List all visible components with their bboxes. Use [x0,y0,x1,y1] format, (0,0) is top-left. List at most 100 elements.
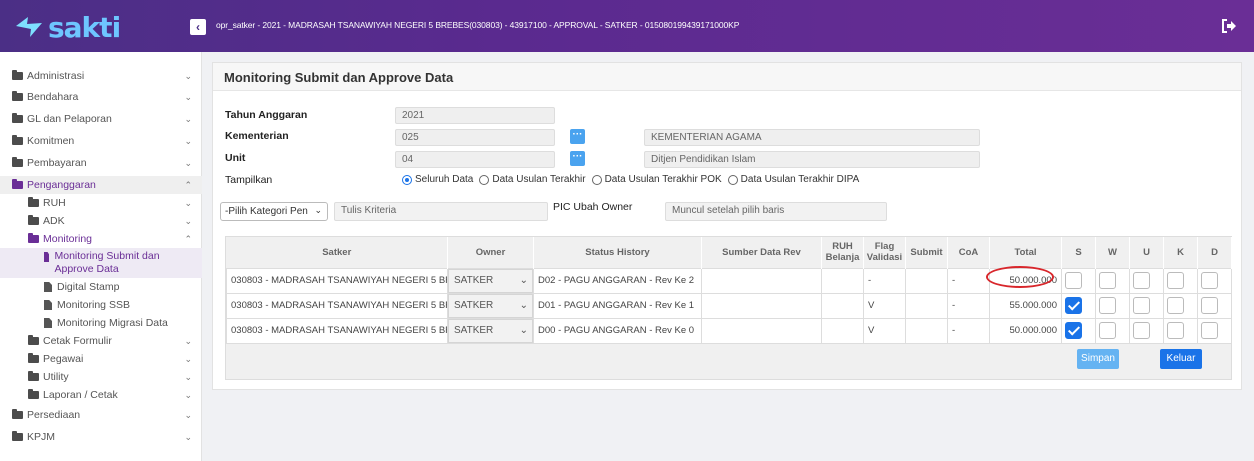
file-icon [44,300,52,310]
radio-usulan-terakhir-pok[interactable] [591,174,602,185]
sidebar-item-administrasi[interactable]: Administrasi ⌄ [0,67,202,85]
folder-icon [28,215,39,225]
kementerian-code-field[interactable]: 025 [395,129,555,146]
table-row[interactable]: 030803 - MADRASAH TSANAWIYAH NEGERI 5 BR… [226,267,1232,294]
folder-icon [12,113,23,123]
sidebar-item-monitoring-submit[interactable]: Monitoring Submit dan Approve Data [0,248,202,278]
sidebar-item-ruh[interactable]: RUH ⌄ [0,194,202,212]
chevron-down-icon: ⌄ [184,431,192,442]
file-icon [44,252,50,262]
kategori-select[interactable]: -Pilih Kategori Pen ⌄ [220,202,328,221]
chevron-left-icon: ‹ [196,20,200,34]
sidebar-item-pegawai[interactable]: Pegawai ⌄ [0,350,202,368]
unit-code-field[interactable]: 04 [395,151,555,168]
unit-name-field[interactable]: Ditjen Pendidikan Islam [644,151,980,168]
checkbox-k[interactable] [1167,322,1184,339]
sidebar-item-komitmen[interactable]: Komitmen ⌄ [0,132,202,150]
checkbox-u[interactable] [1133,297,1150,314]
sidebar-item-penganggaran[interactable]: Penganggaran ⌃ [0,176,202,194]
sidebar-item-utility[interactable]: Utility ⌄ [0,368,202,386]
cell-sumber [701,317,822,344]
tampilkan-label: Tampilkan [225,174,273,186]
checkbox-w[interactable] [1099,272,1116,289]
column-header: Satker [226,237,448,268]
cell-flag: V [863,292,906,319]
checkbox-s[interactable] [1065,297,1082,314]
cell-status: D02 - PAGU ANGGARAN - Rev Ke 2 [533,267,702,294]
keluar-button[interactable]: Keluar [1160,349,1202,369]
kriteria-input[interactable]: Tulis Kriteria [334,202,548,221]
cell-coa: - [947,292,990,319]
pic-label: PIC Ubah Owner [553,201,633,213]
column-header: Submit [905,237,948,268]
cell-total: 55.000.000 [989,292,1062,319]
cell-ruh [821,292,864,319]
column-header: Flag Validasi [863,237,906,268]
cell-ruh [821,267,864,294]
sidebar-item-bendahara[interactable]: Bendahara ⌄ [0,88,202,106]
sidebar-item-persediaan[interactable]: Persediaan ⌄ [0,406,202,424]
column-header: D [1197,237,1232,268]
context-info: opr_satker - 2021 - MADRASAH TSANAWIYAH … [216,20,740,30]
checkbox-d[interactable] [1201,272,1218,289]
owner-select[interactable]: SATKER ⌄ [448,319,533,342]
logo-text: sakti [48,10,121,44]
file-icon [44,318,52,328]
checkbox-s[interactable] [1065,322,1082,339]
folder-icon [28,233,39,243]
sidebar-item-adk[interactable]: ADK ⌄ [0,212,202,230]
table-row[interactable]: 030803 - MADRASAH TSANAWIYAH NEGERI 5 BR… [226,317,1232,344]
kementerian-lookup-button[interactable]: ··· [570,129,585,144]
pic-input[interactable]: Muncul setelah pilih baris [665,202,887,221]
app-logo[interactable]: sakti [14,10,164,44]
data-table: Satker Owner Status History Sumber Data Rev… [226,237,1232,344]
table-row[interactable]: 030803 - MADRASAH TSANAWIYAH NEGERI 5 BR… [226,292,1232,319]
checkbox-d[interactable] [1201,297,1218,314]
folder-icon [28,353,39,363]
radio-usulan-terakhir-dipa[interactable] [727,174,738,185]
data-table-container: Satker Owner Status History Sumber Data Rev… [225,236,1232,380]
sidebar-item-monitoring-migrasi[interactable]: Monitoring Migrasi Data [0,314,202,332]
folder-icon [12,409,23,419]
sidebar-item-digital-stamp[interactable]: Digital Stamp [0,278,202,296]
cell-flag: - [863,267,906,294]
column-header: Owner [447,237,534,268]
unit-label: Unit [225,152,246,164]
chevron-up-icon: ⌃ [184,233,192,244]
checkbox-k[interactable] [1167,297,1184,314]
logout-icon[interactable] [1220,17,1238,35]
chevron-down-icon: ⌄ [184,371,192,382]
sidebar-item-monitoring-ssb[interactable]: Monitoring SSB [0,296,202,314]
radio-seluruh-data[interactable] [402,174,412,185]
sidebar-item-kpjm[interactable]: KPJM ⌄ [0,428,202,446]
checkbox-u[interactable] [1133,322,1150,339]
sidebar-item-cetak-formulir[interactable]: Cetak Formulir ⌄ [0,332,202,350]
checkbox-w[interactable] [1099,322,1116,339]
sidebar-toggle-button[interactable]: ‹ [190,19,206,35]
cell-ruh [821,317,864,344]
checkbox-u[interactable] [1133,272,1150,289]
cell-flag: V [863,317,906,344]
sidebar-item-gl-pelaporan[interactable]: GL dan Pelaporan ⌄ [0,110,202,128]
folder-icon [28,371,39,381]
owner-select[interactable]: SATKER ⌄ [448,294,533,317]
radio-usulan-terakhir[interactable] [479,174,490,185]
checkbox-k[interactable] [1167,272,1184,289]
checkbox-s[interactable] [1065,272,1082,289]
unit-lookup-button[interactable]: ··· [570,151,585,166]
sidebar-item-laporan-cetak[interactable]: Laporan / Cetak ⌄ [0,386,202,404]
page-title: Monitoring Submit dan Approve Data [213,63,1241,91]
cell-sumber [701,292,822,319]
sidebar-item-monitoring[interactable]: Monitoring ⌃ [0,230,202,248]
chevron-down-icon: ⌄ [314,205,322,215]
sidebar-item-pembayaran[interactable]: Pembayaran ⌄ [0,154,202,172]
checkbox-w[interactable] [1099,297,1116,314]
tahun-field[interactable]: 2021 [395,107,555,124]
chevron-down-icon: ⌄ [184,353,192,364]
simpan-button[interactable]: Simpan [1077,349,1119,369]
owner-select[interactable]: SATKER ⌄ [448,269,533,292]
file-icon [44,282,52,292]
checkbox-d[interactable] [1201,322,1218,339]
column-header: S [1061,237,1096,268]
kementerian-name-field[interactable]: KEMENTERIAN AGAMA [644,129,980,146]
